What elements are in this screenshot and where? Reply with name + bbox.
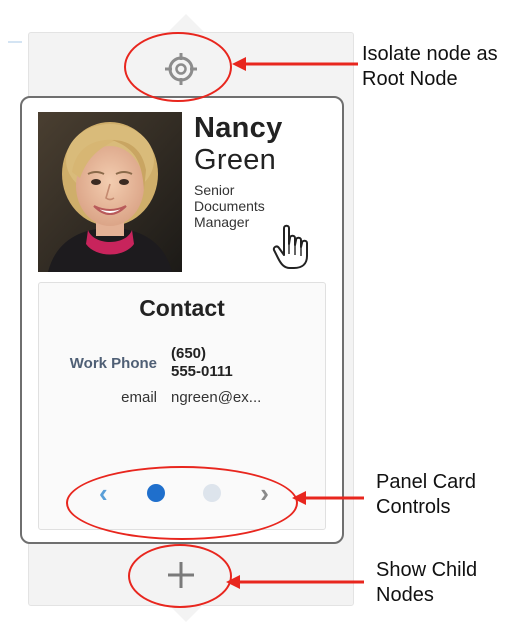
annotation-line: Panel Card: [376, 471, 477, 493]
annotation-line: Show Child: [376, 559, 478, 581]
annotation-line: Root Node: [362, 68, 458, 90]
annotation-line: Isolate node as: [362, 43, 498, 65]
controls-arrowhead: [292, 491, 306, 505]
show-children-annotation: Show Child Nodes: [376, 558, 477, 608]
isolate-arrowhead: [232, 57, 246, 71]
annotation-arrows: [226, 57, 364, 589]
annotation-line: Nodes: [376, 584, 434, 606]
show-children-arrowhead: [226, 575, 240, 589]
panel-controls-annotation: Panel Card Controls: [376, 470, 476, 520]
isolate-annotation: Isolate node as Root Node: [362, 42, 498, 92]
annotation-line: Controls: [376, 496, 451, 518]
